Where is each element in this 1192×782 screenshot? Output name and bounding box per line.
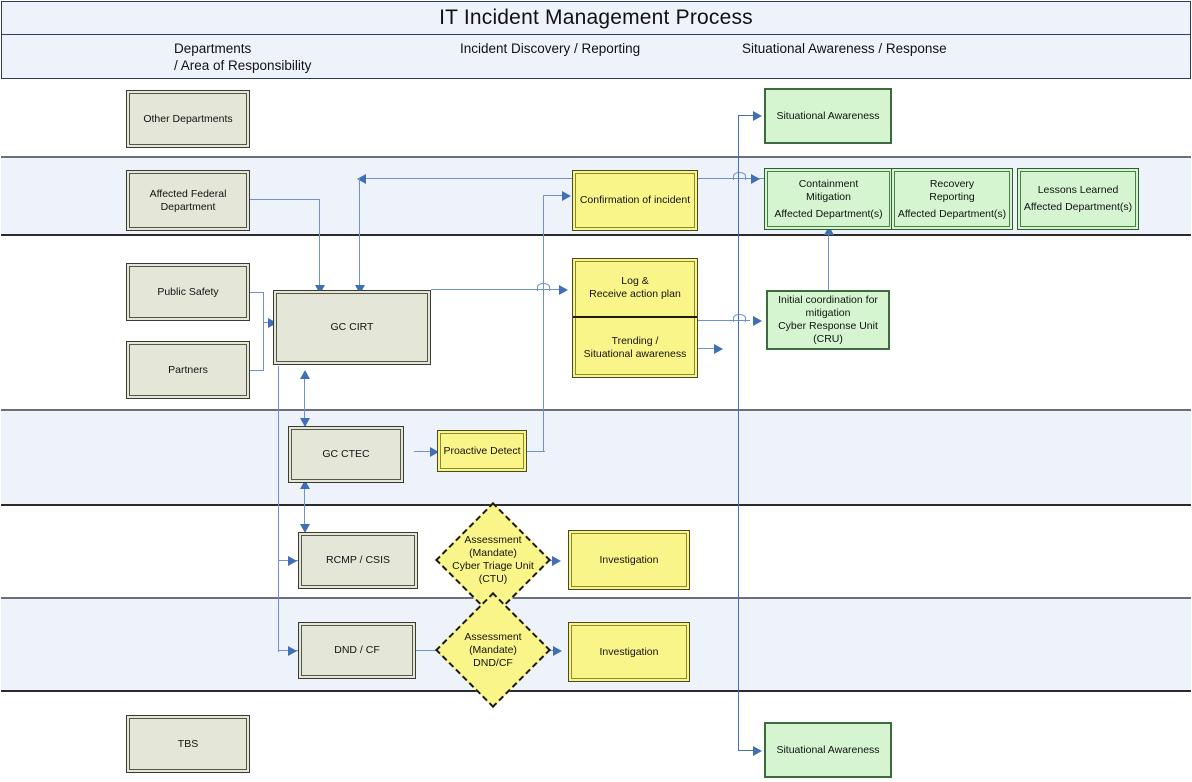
line-hop-log-out: [733, 314, 746, 322]
node-gc-ctec[interactable]: GC CTEC: [288, 426, 404, 483]
node-label: RCMP / CSIS: [326, 554, 390, 566]
node-label: Partners: [168, 363, 208, 376]
node-tbs[interactable]: TBS: [126, 715, 250, 773]
node-trending-situational-awareness[interactable]: Trending / Situational awareness: [573, 318, 697, 377]
node-log-trending-stack[interactable]: Log & Receive action plan Trending / Sit…: [572, 258, 698, 378]
swimlane-band-2: [1, 409, 1191, 506]
node-label: DND / CF: [334, 644, 380, 656]
conn-publicsafety-h: [250, 292, 264, 294]
node-situational-awareness-bottom[interactable]: Situational Awareness: [764, 722, 892, 778]
arrowhead-cirt-to-log: [559, 285, 568, 295]
node-label: Proactive Detect: [443, 444, 521, 457]
arrowhead-spine-to-dnd: [288, 646, 297, 656]
node-label: Recovery Reporting: [929, 177, 975, 203]
conn-proactive-up-v: [543, 195, 545, 452]
conn-sa-spine-v: [738, 115, 740, 751]
column-header-departments: Departments / Area of Responsibility: [174, 41, 312, 73]
node-dnd-cf[interactable]: DND / CF: [298, 622, 416, 679]
arrowhead-log-to-cru: [753, 316, 762, 326]
arrowhead-ctec-to-cirt: [300, 370, 310, 379]
decision-assessment-ctu[interactable]: Assessment (Mandate) Cyber Triage Unit (…: [435, 502, 551, 618]
node-confirmation-of-incident[interactable]: Confirmation of incident: [572, 170, 698, 231]
node-label: TBS: [177, 737, 199, 750]
decision-label: Assessment (Mandate) DND/CF: [464, 630, 522, 669]
node-sublabel: Affected Department(s): [897, 207, 1007, 220]
column-header-incident-discovery: Incident Discovery / Reporting: [460, 41, 641, 56]
node-lessons-learned[interactable]: Lessons Learned Affected Department(s): [1017, 168, 1139, 230]
node-recovery-reporting[interactable]: Recovery Reporting Affected Department(s…: [891, 168, 1013, 230]
arrowhead-confirmation-to-containment: [751, 174, 760, 184]
node-situational-awareness-top[interactable]: Situational Awareness: [764, 88, 892, 144]
conn-cru-to-containment-v: [828, 232, 830, 290]
node-investigation-dnd[interactable]: Investigation: [568, 622, 690, 682]
node-label: Initial coordination for mitigation Cybe…: [778, 294, 878, 345]
node-label: Containment Mitigation: [798, 177, 859, 203]
node-sublabel: Affected Department(s): [774, 207, 883, 220]
node-public-safety[interactable]: Public Safety: [126, 263, 250, 321]
conn-partners-h: [250, 370, 264, 372]
arrowhead-trending-out: [714, 344, 723, 354]
conn-partners-v: [263, 323, 265, 371]
node-sublabel: Affected Department(s): [1023, 201, 1133, 213]
node-label: Log & Receive action plan: [589, 274, 681, 300]
node-containment-mitigation[interactable]: Containment Mitigation Affected Departme…: [764, 168, 893, 230]
node-log-receive-action-plan[interactable]: Log & Receive action plan: [573, 259, 697, 318]
arrowhead-assessment-to-investigation-dnd: [553, 646, 562, 656]
node-label: Confirmation of incident: [579, 194, 691, 206]
node-partners[interactable]: Partners: [126, 341, 250, 399]
column-header-situational-awareness: Situational Awareness / Response: [742, 41, 947, 56]
node-label: Public Safety: [157, 285, 219, 298]
column-header-bar: Departments / Area of Responsibility Inc…: [1, 35, 1191, 79]
arrowhead-sa-top: [753, 111, 762, 121]
diagram-canvas: IT Incident Management Process Departmen…: [0, 0, 1192, 782]
node-initial-coordination-cru[interactable]: Initial coordination for mitigation Cybe…: [766, 290, 890, 350]
node-gc-cirt[interactable]: GC CIRT: [273, 290, 431, 365]
node-affected-federal-department[interactable]: Affected Federal Department: [126, 170, 250, 231]
arrowhead-spine-to-rcmp: [288, 556, 297, 566]
node-label: Investigation: [599, 553, 659, 566]
arrowhead-sa-bottom: [753, 746, 762, 756]
conn-afd-to-cirt-v: [319, 199, 321, 287]
decision-assessment-dnd[interactable]: Assessment (Mandate) DND/CF: [435, 592, 551, 708]
conn-cirt-spine-v: [278, 366, 280, 652]
node-proactive-detect[interactable]: Proactive Detect: [437, 430, 527, 472]
line-hop-confirmation-out: [733, 172, 746, 180]
node-label: GC CIRT: [330, 321, 374, 333]
node-label: Situational Awareness: [776, 743, 880, 756]
node-label: Investigation: [599, 645, 659, 658]
node-label: Trending / Situational awareness: [583, 334, 687, 360]
node-rcmp-csis[interactable]: RCMP / CSIS: [298, 532, 418, 589]
node-label: Affected Federal Department: [149, 187, 227, 213]
node-investigation-ctu[interactable]: Investigation: [568, 530, 690, 590]
arrowhead-proactive-to-confirmation: [562, 191, 571, 201]
arrowhead-ctu-to-investigation: [552, 556, 561, 566]
node-label: GC CTEC: [322, 448, 370, 460]
conn-publicsafety-v: [263, 292, 265, 323]
decision-label: Assessment (Mandate) Cyber Triage Unit (…: [452, 534, 534, 585]
page-title: IT Incident Management Process: [1, 1, 1191, 35]
node-other-departments[interactable]: Other Departments: [126, 90, 250, 148]
node-label: Other Departments: [143, 112, 233, 125]
node-label: Situational Awareness: [776, 109, 880, 122]
conn-containment-feedback-v: [359, 178, 361, 286]
node-label: Lessons Learned: [1037, 184, 1119, 196]
conn-afd-to-cirt-h: [250, 199, 320, 201]
